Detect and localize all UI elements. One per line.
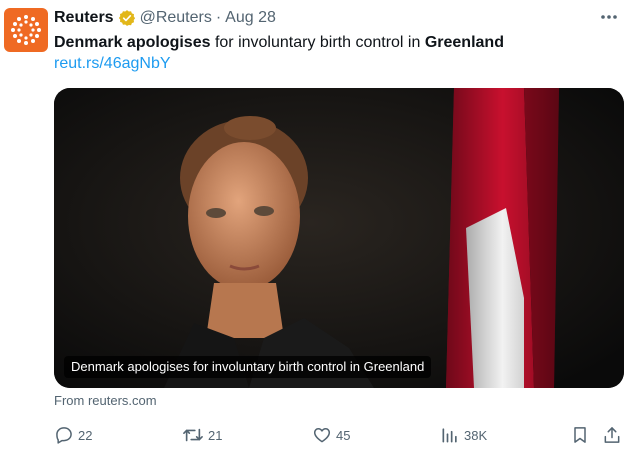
author-name[interactable]: Reuters [54,9,114,27]
action-bar: 22 21 45 38K [54,423,624,447]
tweet-text-bold-1: Denmark apologises [54,34,211,51]
tweet-link[interactable]: reut.rs/46agNbY [54,54,171,74]
views-count: 38K [464,427,488,443]
reply-count: 22 [78,427,93,443]
views-button[interactable]: 38K [440,423,487,447]
tweet[interactable]: Reuters @Reuters · Aug 28 Denmark apolog… [0,0,636,463]
tweet-text-bold-2: Greenland [424,34,504,51]
heart-icon [312,425,332,445]
like-count: 45 [336,427,351,443]
card-source[interactable]: From reuters.com [54,393,157,408]
bookmark-button[interactable] [570,423,590,447]
tweet-header: Reuters @Reuters · Aug 28 [54,8,276,28]
like-button[interactable]: 45 [312,423,350,447]
card-image [54,88,624,388]
verified-badge-icon [118,9,136,27]
share-button[interactable] [602,423,622,447]
card-caption: Denmark apologises for involuntary birth… [64,356,432,378]
analytics-icon [440,425,460,445]
author-handle[interactable]: @Reuters [140,9,212,27]
bookmark-icon [570,425,590,445]
reply-icon [54,425,74,445]
link-card[interactable]: Denmark apologises for involuntary birth… [54,88,624,388]
reuters-logo-icon [11,15,41,45]
retweet-button[interactable]: 21 [182,423,222,447]
share-icon [602,425,622,445]
tweet-date[interactable]: Aug 28 [225,9,276,27]
more-options-icon[interactable] [598,8,620,26]
header-separator: · [215,9,222,26]
retweet-count: 21 [208,427,223,443]
tweet-text: Denmark apologises for involuntary birth… [54,33,504,53]
tweet-text-plain: for involuntary birth control in [210,34,425,51]
reply-button[interactable]: 22 [54,423,92,447]
avatar[interactable] [4,8,48,52]
retweet-icon [182,425,204,445]
